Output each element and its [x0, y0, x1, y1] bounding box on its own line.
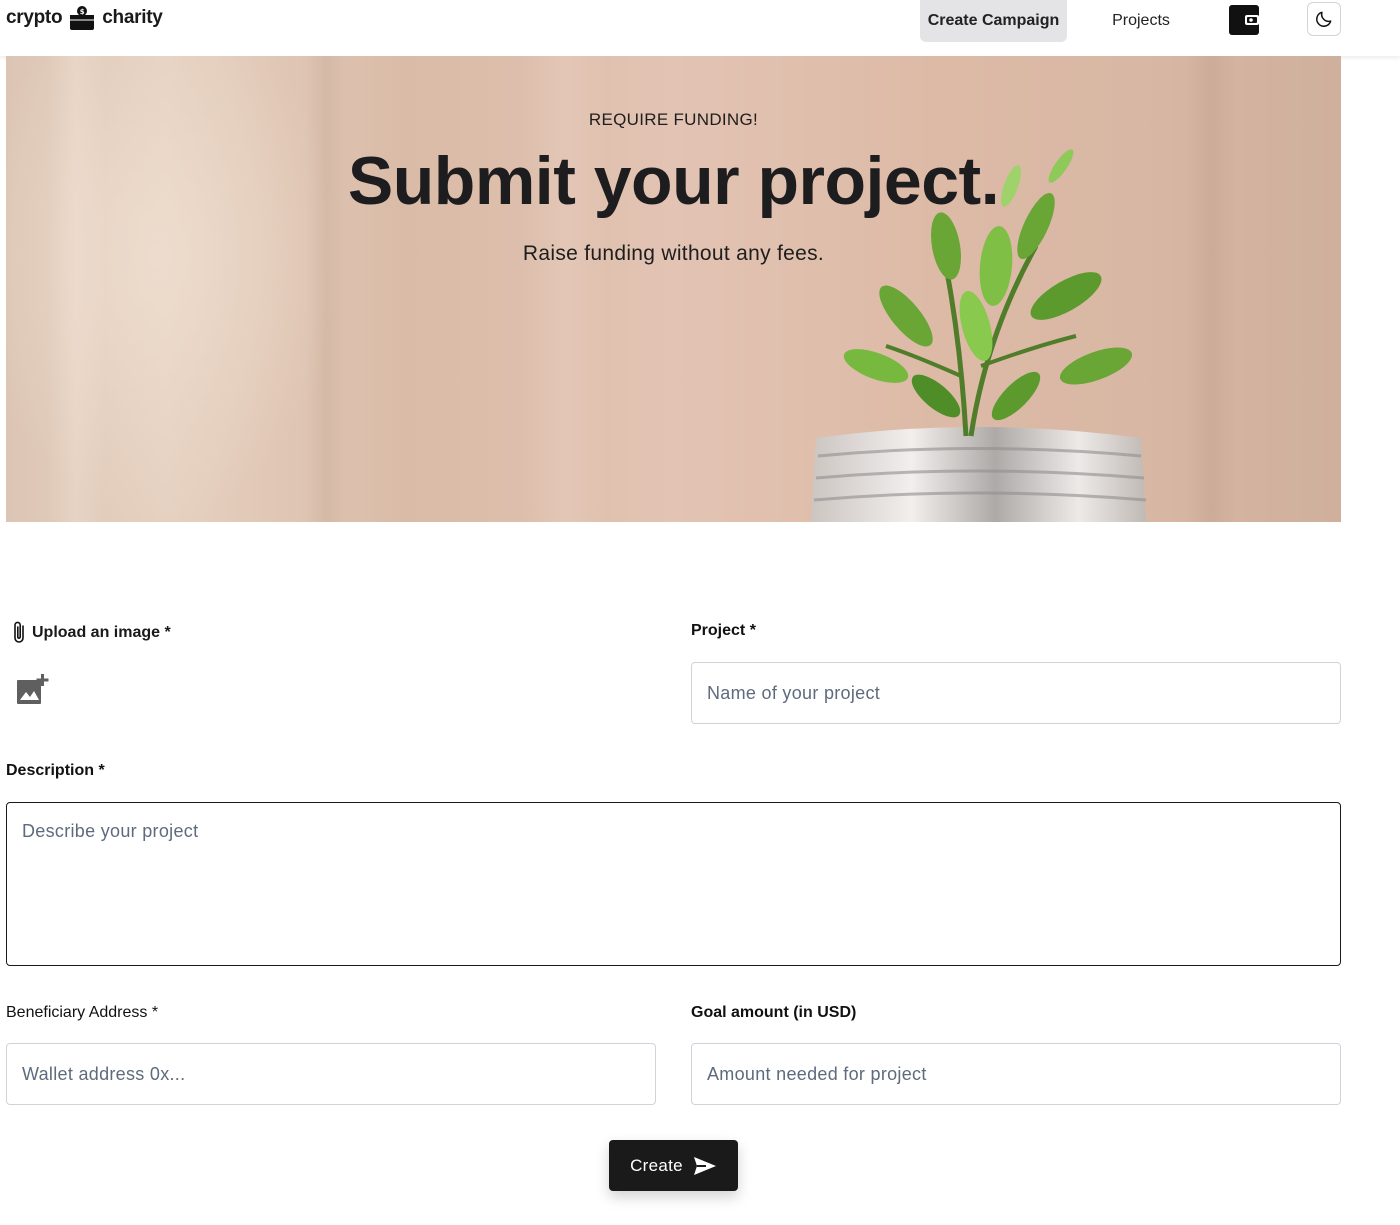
theme-toggle-button[interactable] — [1307, 2, 1341, 36]
project-name-input[interactable] — [691, 662, 1341, 724]
goal-amount-input[interactable] — [691, 1043, 1341, 1105]
nav-projects[interactable]: Projects — [1090, 0, 1192, 42]
logo-text-left: crypto — [6, 7, 63, 28]
project-label: Project * — [691, 622, 756, 639]
upload-image-label-text: Upload an image * — [32, 624, 171, 641]
send-icon — [693, 1156, 716, 1175]
goal-amount-label: Goal amount (in USD) — [691, 1004, 857, 1021]
create-button[interactable]: Create — [609, 1140, 738, 1191]
page-title: Submit your project. — [347, 143, 1000, 219]
description-textarea[interactable] — [6, 802, 1341, 966]
beneficiary-address-input[interactable] — [6, 1043, 656, 1105]
moon-icon — [1316, 11, 1332, 27]
hero-subtitle: Raise funding without any fees. — [522, 242, 825, 265]
donation-box-icon: $ — [70, 6, 95, 30]
create-button-label: Create — [630, 1155, 683, 1175]
svg-text:$: $ — [80, 8, 85, 16]
wallet-icon[interactable] — [1228, 3, 1260, 35]
paperclip-icon — [14, 621, 24, 643]
hero-banner: REQUIRE FUNDING! Submit your project. Ra… — [6, 56, 1341, 522]
nav-create-campaign[interactable]: Create Campaign — [920, 0, 1067, 42]
description-label: Description * — [6, 762, 105, 779]
add-photo-icon[interactable] — [15, 672, 49, 706]
site-logo[interactable]: crypto $ charity — [6, 4, 163, 32]
beneficiary-address-label: Beneficiary Address * — [6, 1004, 159, 1021]
top-navbar: crypto $ charity Create Campaign Project… — [0, 0, 1400, 56]
upload-image-label[interactable]: Upload an image * — [10, 620, 171, 646]
logo-text-right: charity — [102, 7, 163, 28]
hero-kicker: REQUIRE FUNDING! — [588, 110, 759, 129]
